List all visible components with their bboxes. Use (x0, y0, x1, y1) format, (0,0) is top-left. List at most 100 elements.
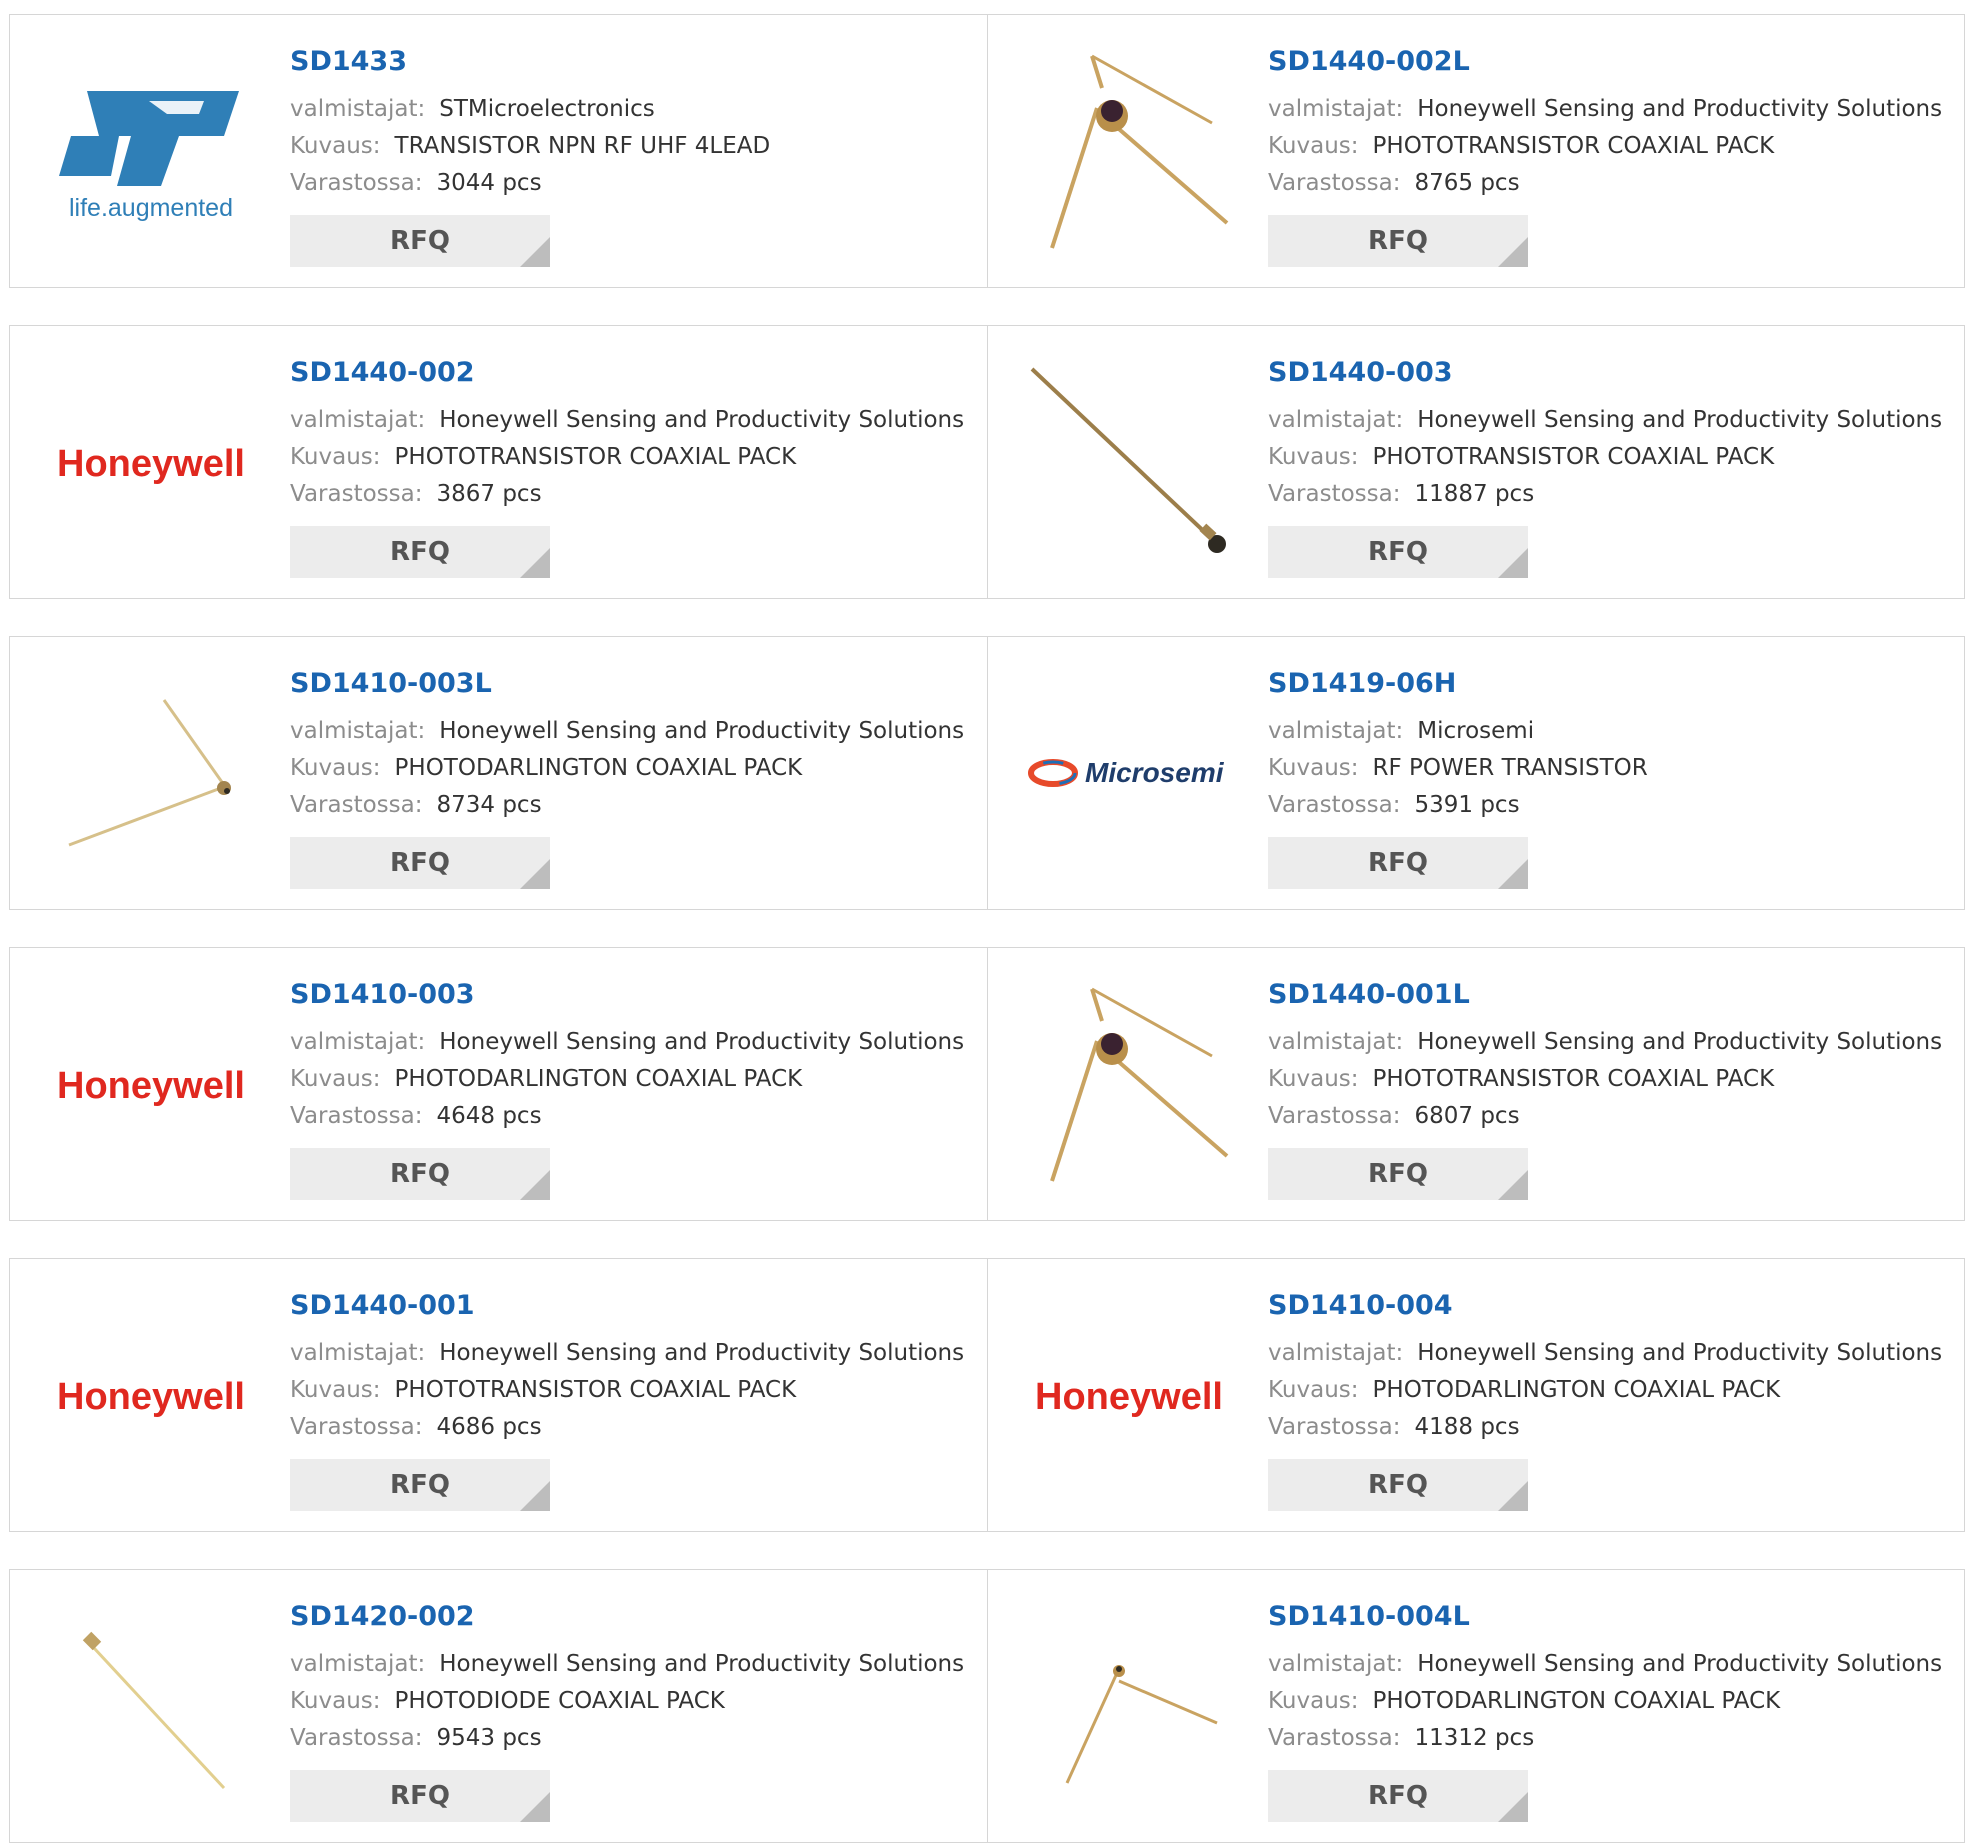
product-image[interactable]: Honeywell (49, 981, 254, 1186)
description-value: PHOTOTRANSISTOR COAXIAL PACK (1372, 133, 1775, 159)
product-image[interactable] (1027, 48, 1232, 253)
rfq-button[interactable]: RFQ (290, 1770, 550, 1822)
product-image[interactable]: Honeywell (49, 359, 254, 564)
manufacturer-line: valmistajat: STMicroelectronics (290, 91, 970, 128)
product-title-link[interactable]: SD1440-001 (290, 1289, 475, 1323)
description-value: PHOTOTRANSISTOR COAXIAL PACK (394, 444, 797, 470)
product-title-link[interactable]: SD1433 (290, 45, 407, 79)
rfq-label: RFQ (1368, 226, 1428, 256)
rfq-button[interactable]: RFQ (1268, 215, 1528, 267)
product-title-link[interactable]: SD1440-001L (1268, 978, 1470, 1012)
rfq-button[interactable]: RFQ (290, 1148, 550, 1200)
manufacturer-line: valmistajat: Honeywell Sensing and Produc… (1268, 1024, 1948, 1061)
description-label: Kuvaus: (290, 1377, 381, 1403)
description-line: Kuvaus: PHOTODARLINGTON COAXIAL PACK (1268, 1372, 1948, 1409)
product-info: SD1410-004L valmistajat: Honeywell Sensing… (1268, 1600, 1948, 1757)
manufacturer-label: valmistajat: (290, 96, 426, 122)
product-title-link[interactable]: SD1410-004L (1268, 1600, 1470, 1634)
rfq-label: RFQ (1368, 1781, 1428, 1811)
product-info: SD1410-003 valmistajat: Honeywell Sensing … (290, 978, 970, 1135)
rfq-button[interactable]: RFQ (1268, 1770, 1528, 1822)
manufacturer-label: valmistajat: (1268, 1651, 1404, 1677)
description-label: Kuvaus: (290, 444, 381, 470)
product-image[interactable] (1027, 1603, 1232, 1808)
product-image[interactable] (1027, 981, 1232, 1186)
product-card: Honeywell SD1440-002 valmistajat: Honeywel… (10, 326, 987, 598)
product-image[interactable]: Microsemi (1027, 670, 1232, 875)
description-line: Kuvaus: PHOTOTRANSISTOR COAXIAL PACK (1268, 439, 1948, 476)
rfq-button[interactable]: RFQ (1268, 1148, 1528, 1200)
product-title-link[interactable]: SD1410-003L (290, 667, 492, 701)
product-image[interactable]: life.augmented (49, 48, 254, 253)
rfq-button[interactable]: RFQ (1268, 1459, 1528, 1511)
product-title-link[interactable]: SD1420-002 (290, 1600, 475, 1634)
stock-label: Varastossa: (1268, 1725, 1401, 1751)
rfq-label: RFQ (390, 848, 450, 878)
rfq-corner-decoration (1498, 1170, 1528, 1200)
manufacturer-label: valmistajat: (290, 1340, 426, 1366)
stock-label: Varastossa: (290, 1103, 423, 1129)
rfq-corner-decoration (1498, 237, 1528, 267)
rfq-button[interactable]: RFQ (290, 526, 550, 578)
rfq-label: RFQ (1368, 1470, 1428, 1500)
product-title-link[interactable]: SD1410-003 (290, 978, 475, 1012)
product-title-link[interactable]: SD1410-004 (1268, 1289, 1453, 1323)
product-title-link[interactable]: SD1440-002L (1268, 45, 1470, 79)
product-card: Honeywell SD1410-004 valmistajat: Honeywel… (988, 1259, 1965, 1531)
description-value: PHOTODARLINGTON COAXIAL PACK (1372, 1377, 1781, 1403)
product-image[interactable]: Honeywell (49, 1292, 254, 1497)
product-info: SD1440-001L valmistajat: Honeywell Sensing… (1268, 978, 1948, 1135)
product-info: SD1440-002L valmistajat: Honeywell Sensing… (1268, 45, 1948, 202)
product-info: SD1420-002 valmistajat: Honeywell Sensing … (290, 1600, 970, 1757)
product-image[interactable] (49, 1603, 254, 1808)
rfq-corner-decoration (520, 1170, 550, 1200)
rfq-corner-decoration (520, 1792, 550, 1822)
stock-line: Varastossa: 4188 pcs (1268, 1409, 1948, 1446)
product-card: SD1440-003 valmistajat: Honeywell Sensing … (988, 326, 1965, 598)
product-image[interactable]: Honeywell (1027, 1292, 1232, 1497)
stock-label: Varastossa: (1268, 792, 1401, 818)
description-label: Kuvaus: (290, 1688, 381, 1714)
manufacturer-value: Honeywell Sensing and Productivity Solut… (439, 1340, 965, 1366)
rfq-button[interactable]: RFQ (290, 837, 550, 889)
description-value: PHOTODIODE COAXIAL PACK (394, 1688, 725, 1714)
coaxial-bent-photo (1050, 54, 1229, 249)
product-row: life.augmented SD1433 valmistajat: STMicro… (9, 14, 1965, 288)
product-title-link[interactable]: SD1419-06H (1268, 667, 1456, 701)
manufacturer-label: valmistajat: (1268, 96, 1404, 122)
description-line: Kuvaus: PHOTOTRANSISTOR COAXIAL PACK (1268, 128, 1948, 165)
manufacturer-value: Honeywell Sensing and Productivity Solut… (1417, 1340, 1943, 1366)
description-value: PHOTOTRANSISTOR COAXIAL PACK (394, 1377, 797, 1403)
product-row: SD1420-002 valmistajat: Honeywell Sensing … (9, 1569, 1965, 1843)
description-line: Kuvaus: PHOTODIODE COAXIAL PACK (290, 1683, 970, 1720)
description-label: Kuvaus: (290, 133, 381, 159)
product-image[interactable] (49, 670, 254, 875)
product-title-link[interactable]: SD1440-002 (290, 356, 475, 390)
description-value: PHOTOTRANSISTOR COAXIAL PACK (1372, 1066, 1775, 1092)
rfq-button[interactable]: RFQ (290, 215, 550, 267)
rfq-button[interactable]: RFQ (1268, 526, 1528, 578)
manufacturer-value: Honeywell Sensing and Productivity Solut… (439, 1651, 965, 1677)
stock-value: 5391 pcs (1414, 792, 1520, 818)
stock-label: Varastossa: (290, 1414, 423, 1440)
rfq-label: RFQ (390, 226, 450, 256)
description-label: Kuvaus: (1268, 1377, 1359, 1403)
stock-value: 6807 pcs (1414, 1103, 1520, 1129)
rfq-label: RFQ (390, 537, 450, 567)
description-value: PHOTOTRANSISTOR COAXIAL PACK (1372, 444, 1775, 470)
manufacturer-line: valmistajat: Honeywell Sensing and Produc… (290, 1335, 970, 1372)
honeywell-logo: Honeywell (57, 443, 245, 485)
rfq-button[interactable]: RFQ (1268, 837, 1528, 889)
description-label: Kuvaus: (290, 1066, 381, 1092)
manufacturer-value: Honeywell Sensing and Productivity Solut… (439, 407, 965, 433)
product-title-link[interactable]: SD1440-003 (1268, 356, 1453, 390)
stock-value: 4686 pcs (436, 1414, 542, 1440)
rfq-button[interactable]: RFQ (290, 1459, 550, 1511)
rfq-label: RFQ (390, 1781, 450, 1811)
stock-value: 11887 pcs (1414, 481, 1535, 507)
coaxial-angled-photo (68, 699, 231, 847)
product-image[interactable] (1027, 359, 1232, 564)
product-card: life.augmented SD1433 valmistajat: STMicro… (10, 15, 987, 287)
stock-label: Varastossa: (1268, 170, 1401, 196)
manufacturer-value: Honeywell Sensing and Productivity Solut… (1417, 1029, 1943, 1055)
